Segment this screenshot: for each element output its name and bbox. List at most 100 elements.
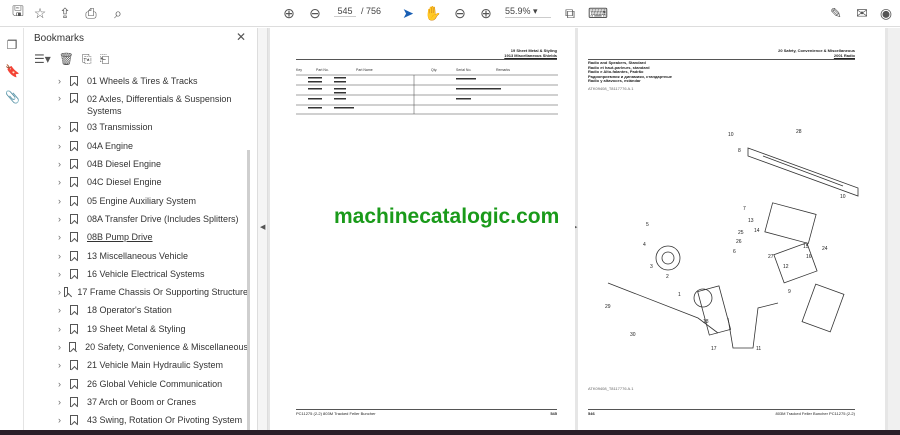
callout-label: 3: [650, 264, 653, 270]
page-number-input[interactable]: 545: [334, 6, 356, 17]
chevron-right-icon[interactable]: ›: [58, 232, 70, 242]
bookmark-item[interactable]: › 16 Vehicle Electrical Systems: [58, 265, 248, 283]
star-icon[interactable]: ☆: [30, 4, 50, 22]
bookmark-scrollbar[interactable]: [247, 150, 250, 430]
callout-label: 10: [840, 194, 846, 200]
page-subheader: 1913 Miscellaneous Shields: [504, 53, 557, 58]
bookmark-flag-icon: [70, 323, 78, 334]
bookmark-label: 01 Wheels & Tires & Tracks: [87, 76, 198, 87]
bookmark-label: 18 Operator's Station: [87, 305, 172, 316]
callout-label: 6: [733, 249, 736, 255]
bookmark-flag-icon: [70, 415, 78, 426]
page-footer: PC11275 (2-2) 803M Tracked Feller Bunche…: [296, 411, 376, 416]
column-header: Part No.: [316, 68, 329, 72]
bookmark-label: 04A Engine: [87, 140, 134, 151]
bookmark-item[interactable]: › 04A Engine: [58, 137, 248, 155]
page-total: / 756: [361, 6, 382, 16]
account-icon[interactable]: ◉: [876, 4, 896, 22]
bookmark-item[interactable]: › 19 Sheet Metal & Styling: [58, 320, 248, 338]
column-header: Remarks: [496, 68, 511, 72]
bookmark-item[interactable]: › 17 Frame Chassis Or Supporting Structur…: [58, 283, 248, 301]
bookmarks-title: Bookmarks: [34, 33, 85, 44]
close-icon[interactable]: ✕: [236, 30, 246, 44]
zoom-select[interactable]: 55.9% ▾: [505, 6, 551, 18]
print-icon[interactable]: ⎙: [81, 4, 101, 22]
bookmark-item[interactable]: › 05 Engine Auxiliary System: [58, 191, 248, 209]
chevron-right-icon[interactable]: ›: [58, 324, 70, 334]
bookmark-item[interactable]: › 02 Axles, Differentials & Suspension Sy…: [58, 90, 248, 118]
chevron-right-icon[interactable]: ›: [58, 342, 69, 352]
zoom-out-icon[interactable]: ⊖: [450, 4, 470, 22]
chevron-right-icon[interactable]: ›: [58, 415, 70, 425]
attachment-icon[interactable]: 📎: [5, 90, 20, 104]
bookmark-item[interactable]: › 20 Safety, Convenience & Miscellaneous: [58, 338, 248, 356]
keyboard-scroll-icon[interactable]: ⌨: [588, 4, 608, 22]
select-arrow-icon[interactable]: ➤: [398, 4, 418, 22]
column-header: Part Name: [356, 68, 373, 72]
tag-bookmark-icon[interactable]: ⎗: [100, 52, 110, 67]
callout-label: 28: [796, 129, 802, 135]
save-icon[interactable]: 🖫: [8, 3, 28, 22]
chevron-right-icon[interactable]: ›: [58, 196, 70, 206]
bookmark-flag-icon: [63, 287, 69, 298]
options-icon[interactable]: ☰▾: [34, 52, 51, 67]
chevron-right-icon[interactable]: ›: [58, 159, 70, 169]
bookmark-label: 02 Axles, Differentials & Suspension Sys…: [87, 94, 232, 117]
page-number: 545: [550, 411, 557, 416]
bookmark-item[interactable]: › 08B Pump Drive: [58, 228, 248, 246]
panel-collapse[interactable]: ◀: [258, 28, 268, 430]
column-header: Key: [296, 68, 303, 72]
hand-icon[interactable]: ✋: [423, 4, 443, 22]
chevron-right-icon[interactable]: ›: [58, 379, 70, 389]
watermark: machinecatalogic.com: [334, 205, 560, 228]
add-bookmark-icon[interactable]: ⎘: [82, 52, 92, 67]
bookmark-item[interactable]: › 26 Global Vehicle Communication: [58, 374, 248, 392]
callout-label: 11: [756, 346, 761, 352]
bookmark-item[interactable]: › 43 Swing, Rotation Or Pivoting System: [58, 411, 248, 429]
bookmark-flag-icon: [70, 232, 78, 243]
sign-icon[interactable]: ✎: [826, 4, 846, 22]
bookmark-label: 05 Engine Auxiliary System: [87, 195, 197, 206]
page-up-icon[interactable]: ⊕: [279, 4, 299, 22]
document-scrollbar[interactable]: [888, 28, 900, 430]
search-icon[interactable]: ⌕: [108, 4, 128, 22]
parts-table-header: Key Part No. Part Name Qty. Serial No. Remark…: [296, 68, 557, 72]
bookmark-flag-icon: [70, 213, 78, 224]
bookmark-item[interactable]: › 21 Vehicle Main Hydraulic System: [58, 356, 248, 374]
chevron-right-icon[interactable]: ›: [58, 305, 70, 315]
bookmark-icon[interactable]: 🔖: [5, 64, 20, 78]
chevron-right-icon[interactable]: ›: [58, 93, 70, 103]
callout-label: 27: [768, 254, 774, 260]
upload-icon[interactable]: ⇪: [55, 4, 75, 22]
callout-label: 15: [803, 244, 809, 250]
bookmark-list: › 01 Wheels & Tires & Tracks › 02 Axles, Di…: [58, 72, 248, 429]
bookmark-item[interactable]: › 01 Wheels & Tires & Tracks: [58, 72, 248, 90]
page-footer: 803M Tracked Feller Buncher PC11275 (2-2…: [775, 411, 855, 416]
chevron-right-icon[interactable]: ›: [58, 76, 70, 86]
bookmark-item[interactable]: › 04B Diesel Engine: [58, 155, 248, 173]
bookmark-item[interactable]: › 37 Arch or Boom or Cranes: [58, 393, 248, 411]
chevron-right-icon[interactable]: ›: [58, 397, 70, 407]
delete-icon[interactable]: 🗑: [59, 52, 74, 67]
callout-label: 10: [728, 132, 734, 138]
bookmark-item[interactable]: › 04C Diesel Engine: [58, 173, 248, 191]
chevron-right-icon[interactable]: ›: [58, 269, 70, 279]
chevron-right-icon[interactable]: ›: [58, 251, 70, 261]
fit-page-icon[interactable]: ⧉: [560, 4, 580, 22]
parts-table: [296, 74, 558, 115]
bookmark-flag-icon: [70, 76, 78, 87]
chevron-right-icon[interactable]: ›: [58, 214, 70, 224]
chevron-right-icon[interactable]: ›: [58, 122, 70, 132]
bookmark-item[interactable]: › 03 Transmission: [58, 118, 248, 136]
chevron-right-icon[interactable]: ›: [58, 177, 70, 187]
bookmark-item[interactable]: › 18 Operator's Station: [58, 301, 248, 319]
bookmark-item[interactable]: › 13 Miscellaneous Vehicle: [58, 246, 248, 264]
chevron-right-icon[interactable]: ›: [58, 141, 70, 151]
zoom-in-icon[interactable]: ⊕: [476, 4, 496, 22]
mail-icon[interactable]: ✉: [852, 4, 872, 22]
page-down-icon[interactable]: ⊖: [305, 4, 325, 22]
bookmark-item[interactable]: › 08A Transfer Drive (Includes Splitters): [58, 210, 248, 228]
pages-icon[interactable]: ❐: [5, 38, 19, 52]
chevron-right-icon[interactable]: ›: [58, 360, 70, 370]
bookmark-flag-icon: [70, 122, 78, 133]
